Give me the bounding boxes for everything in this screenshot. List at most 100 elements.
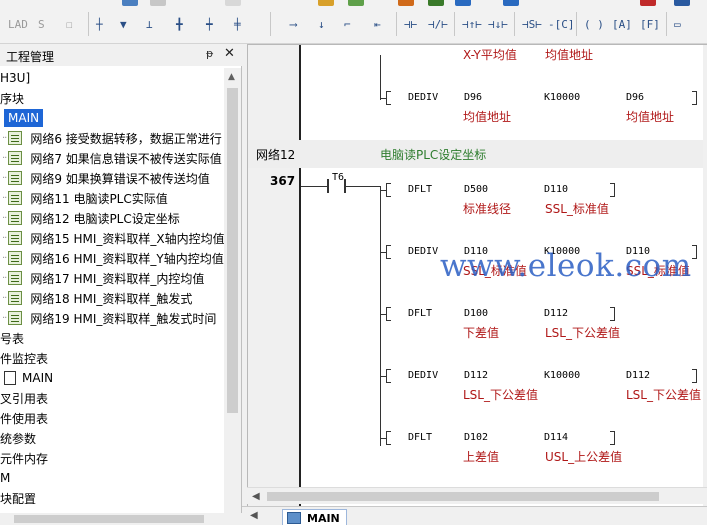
operand-2[interactable]: K10000 [544, 370, 580, 381]
contact-left-bar[interactable] [327, 179, 329, 193]
operand-2[interactable]: K10000 [544, 92, 580, 103]
comment-icon[interactable]: ▭ [674, 13, 681, 35]
contact-parallel-icon[interactable]: ⊥ [146, 13, 153, 35]
instruction-bracket-right[interactable] [610, 183, 615, 197]
operand-1[interactable]: D102 [464, 432, 488, 443]
branch2-icon[interactable]: ╪ [234, 13, 241, 35]
operand-3[interactable]: D96 [626, 92, 644, 103]
tree-item-monitor-main[interactable]: MAIN [4, 368, 53, 388]
s-icon[interactable]: S [38, 13, 45, 35]
tree-item-network[interactable]: ·· 网络15 HMI_资料取样_X轴内控均值 [2, 228, 224, 248]
scroll-left-icon[interactable]: ◀ [252, 491, 260, 502]
project-panel: 工程管理 ᵽ ✕ H3U] 序块 MAIN ·· 网络6 接受数据转移，数据正常进行 ··… [0, 44, 242, 525]
network-icon [8, 251, 23, 265]
instruction-bracket-left[interactable] [386, 369, 391, 383]
contact-a-icon[interactable]: ⊣⊢ [404, 13, 417, 35]
operand-1[interactable]: D112 [464, 370, 488, 381]
tree-item-network[interactable]: ·· 网络18 HMI_资料取样_触发式 [2, 288, 192, 308]
instruction-op[interactable]: DFLT [408, 308, 432, 319]
instruction-op[interactable]: DEDIV [408, 92, 438, 103]
tree-item-network[interactable]: ·· 网络11 电脑读PLC实际值 [2, 188, 168, 208]
scroll-thumb[interactable] [267, 492, 659, 501]
operand-1[interactable]: D500 [464, 184, 488, 195]
sfc-icon[interactable]: ☐ [66, 13, 73, 35]
vert-line-icon[interactable]: ╋ [176, 13, 183, 35]
tree-item[interactable]: M [0, 468, 10, 488]
instruction-bracket-left[interactable] [386, 91, 391, 105]
operand-2[interactable]: D114 [544, 432, 568, 443]
tree-item[interactable]: 统参数 [0, 428, 36, 448]
network-icon [8, 211, 23, 225]
tree-item-label: 统参数 [0, 431, 37, 446]
ladder-vertical-scrollbar[interactable] [703, 45, 707, 506]
contact-label[interactable]: T6 [332, 172, 344, 183]
scroll-up-icon[interactable]: ▲ [228, 72, 235, 82]
step-gutter [248, 45, 299, 506]
tab-scroll-left-icon[interactable]: ◀ [250, 510, 258, 521]
instruction-bracket-left[interactable] [386, 183, 391, 197]
contact-b-icon[interactable]: ⊣/⊢ [428, 13, 448, 35]
tree-horizontal-scrollbar[interactable] [0, 513, 242, 525]
tree-item[interactable]: 号表 [0, 328, 24, 348]
vline-icon[interactable]: ↓ [318, 13, 325, 35]
tree-item-network[interactable]: ·· 网络9 如果换算错误不被传送均值 [2, 168, 210, 188]
pulse-up-icon[interactable]: ⊣↑⊢ [462, 13, 482, 35]
hline-icon[interactable]: ⟶ [290, 13, 297, 35]
instruction-bracket-right[interactable] [610, 431, 615, 445]
delete-line-icon[interactable]: ⇤ [374, 13, 381, 35]
operand-3[interactable]: D112 [626, 370, 650, 381]
instruction-bracket-right[interactable] [610, 307, 615, 321]
instruction-bracket-left[interactable] [386, 245, 391, 259]
operand-1[interactable]: D96 [464, 92, 482, 103]
instruction-op[interactable]: DFLT [408, 184, 432, 195]
tab-main[interactable]: MAIN [282, 509, 347, 525]
tree-item-network[interactable]: ·· 网络16 HMI_资料取样_Y轴内控均值 [2, 248, 224, 268]
ladder-horizontal-scrollbar[interactable]: ◀ [247, 487, 707, 504]
instruction-op[interactable]: DEDIV [408, 370, 438, 381]
operand-2-comment: USL_上公差值 [545, 450, 623, 464]
apply-icon[interactable]: [A] [612, 13, 632, 35]
tree-item-network[interactable]: ·· 网络7 如果信息错误不被传送实际值 [2, 148, 222, 168]
instruction-op[interactable]: DEDIV [408, 246, 438, 257]
coil-icon[interactable]: -[C] [548, 13, 575, 35]
pin-icon[interactable]: ᵽ [206, 47, 213, 60]
network-header[interactable]: 网络12 电脑读PLC设定坐标 [248, 140, 707, 168]
scroll-thumb[interactable] [227, 88, 238, 413]
instruction-bracket-right[interactable] [692, 91, 697, 105]
instruction-bracket-right[interactable] [692, 245, 697, 259]
tree-item-network[interactable]: ·· 网络6 接受数据转移，数据正常进行 [2, 128, 222, 148]
scroll-thumb[interactable] [14, 515, 204, 523]
close-icon[interactable]: ✕ [224, 46, 235, 61]
corner-icon[interactable]: ⌐ [344, 13, 351, 35]
tree-item-network[interactable]: ·· 网络12 电脑读PLC设定坐标 [2, 208, 180, 228]
tree-item[interactable]: 件使用表 [0, 408, 48, 428]
tree-item[interactable]: 叉引用表 [0, 388, 48, 408]
output-icon[interactable]: ( ) [584, 13, 604, 35]
tree-item-network[interactable]: ·· 网络17 HMI_资料取样_内控均值 [2, 268, 204, 288]
project-tree: H3U] 序块 MAIN ·· 网络6 接受数据转移，数据正常进行 ·· 网络7 如果信息错… [0, 68, 224, 513]
operand-1[interactable]: D100 [464, 308, 488, 319]
lad-icon[interactable]: LAD [8, 13, 28, 35]
tree-item[interactable]: 块配置 [0, 488, 36, 508]
network-icon [8, 271, 23, 285]
tree-item[interactable]: H3U] [0, 68, 30, 88]
operand-comment: 均值地址 [545, 48, 594, 62]
instruction-bracket-right[interactable] [692, 369, 697, 383]
branch-icon[interactable]: ┿ [206, 13, 213, 35]
tree-item[interactable]: 序块 [0, 88, 24, 108]
function-icon[interactable]: [F] [640, 13, 660, 35]
tree-item[interactable]: 元件内存 [0, 448, 48, 468]
contact-no-icon[interactable]: ┼ [96, 13, 103, 35]
instruction-bracket-left[interactable] [386, 431, 391, 445]
instruction-op[interactable]: DFLT [408, 432, 432, 443]
tree-item[interactable]: 件监控表 [0, 348, 48, 368]
instruction-bracket-left[interactable] [386, 307, 391, 321]
contact-down-icon[interactable]: ▼ [120, 13, 127, 35]
tree-vertical-scrollbar[interactable]: ▲ [224, 68, 241, 513]
tree-item-network[interactable]: ·· 网络19 HMI_资料取样_触发式时间 [2, 308, 216, 328]
operand-2[interactable]: D112 [544, 308, 568, 319]
tree-item-main-selected[interactable]: MAIN [4, 108, 44, 128]
pulse-invert-icon[interactable]: ⊣S⊢ [522, 13, 542, 35]
operand-2[interactable]: D110 [544, 184, 568, 195]
pulse-down-icon[interactable]: ⊣↓⊢ [488, 13, 508, 35]
